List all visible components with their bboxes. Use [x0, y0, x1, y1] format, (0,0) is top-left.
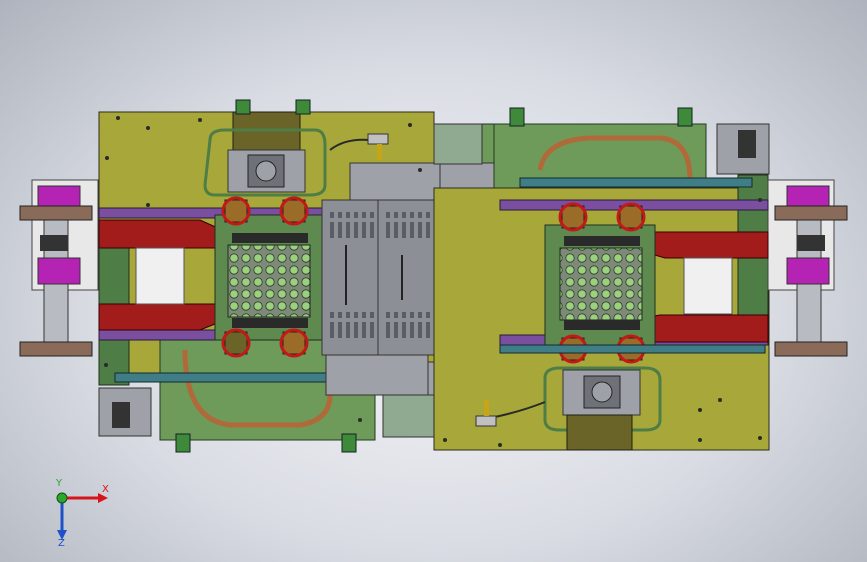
- slide-left-b-slots-top: [382, 212, 430, 240]
- left-post-2: [341, 433, 357, 453]
- right-cavity-array: [559, 247, 643, 321]
- left-sensor: [367, 133, 389, 145]
- left-brown-block-2: [282, 199, 306, 223]
- center-bottom-plate-left: [325, 354, 429, 396]
- x-axis-label: X: [102, 484, 109, 495]
- right-brown-arm-top: [774, 205, 848, 221]
- right-white-plate: [683, 257, 733, 315]
- z-axis-label: Z: [58, 538, 65, 548]
- left-brown-block-3: [224, 331, 248, 355]
- left-cavity-array: [227, 244, 311, 318]
- center-grey-lower: [382, 394, 436, 438]
- left-cavity-topbar: [232, 233, 308, 243]
- left-post-3: [235, 99, 251, 115]
- left-top-bolt: [255, 160, 277, 182]
- right-bottom-clamp: [566, 414, 633, 451]
- left-magenta-block-bottom: [37, 257, 81, 285]
- left-teal-bar: [114, 372, 351, 383]
- right-post-2: [677, 107, 693, 127]
- right-post-1: [509, 107, 525, 127]
- cad-viewport[interactable]: [0, 0, 867, 562]
- right-brown-block-1: [561, 205, 585, 229]
- left-brown-block-4: [282, 331, 306, 355]
- left-clamp-ring: [40, 235, 68, 251]
- left-white-plate: [135, 247, 185, 305]
- right-brown-arm-bottom: [774, 341, 848, 357]
- left-brown-arm-bottom: [19, 341, 93, 357]
- left-top-clamp: [232, 111, 301, 153]
- right-cavity-bottombar: [564, 320, 640, 330]
- y-axis-dot: [56, 492, 68, 504]
- right-cavity-topbar: [564, 236, 640, 246]
- left-small-bracket-slot: [112, 402, 130, 428]
- right-mold-half: [433, 107, 848, 451]
- y-axis-label: Y: [55, 478, 63, 489]
- axis-triad: X Y Z: [55, 478, 109, 548]
- right-clamp-ring: [797, 235, 825, 251]
- slide-left-a-slots-top: [326, 212, 374, 240]
- left-cavity-bottombar: [232, 318, 308, 328]
- right-sensor-tip: [484, 400, 489, 416]
- right-teal-bar-top: [519, 177, 753, 188]
- left-post-1: [175, 433, 191, 453]
- slide-left-b-slots-bottom: [382, 312, 430, 340]
- right-small-bracket-slot: [738, 130, 756, 158]
- slide-left-a-slots-bottom: [326, 312, 374, 340]
- center-top-plate-left: [349, 162, 441, 202]
- right-bottom-bolt: [591, 381, 613, 403]
- right-magenta-block-bottom: [786, 257, 830, 285]
- right-brown-block-2: [619, 205, 643, 229]
- left-brown-block-1: [224, 199, 248, 223]
- left-post-4: [295, 99, 311, 115]
- right-teal-bar-bottom: [499, 344, 766, 354]
- center-grey-upper: [433, 123, 483, 165]
- left-brown-arm-top: [19, 205, 93, 221]
- right-sensor: [475, 415, 497, 427]
- left-sensor-tip: [377, 144, 382, 160]
